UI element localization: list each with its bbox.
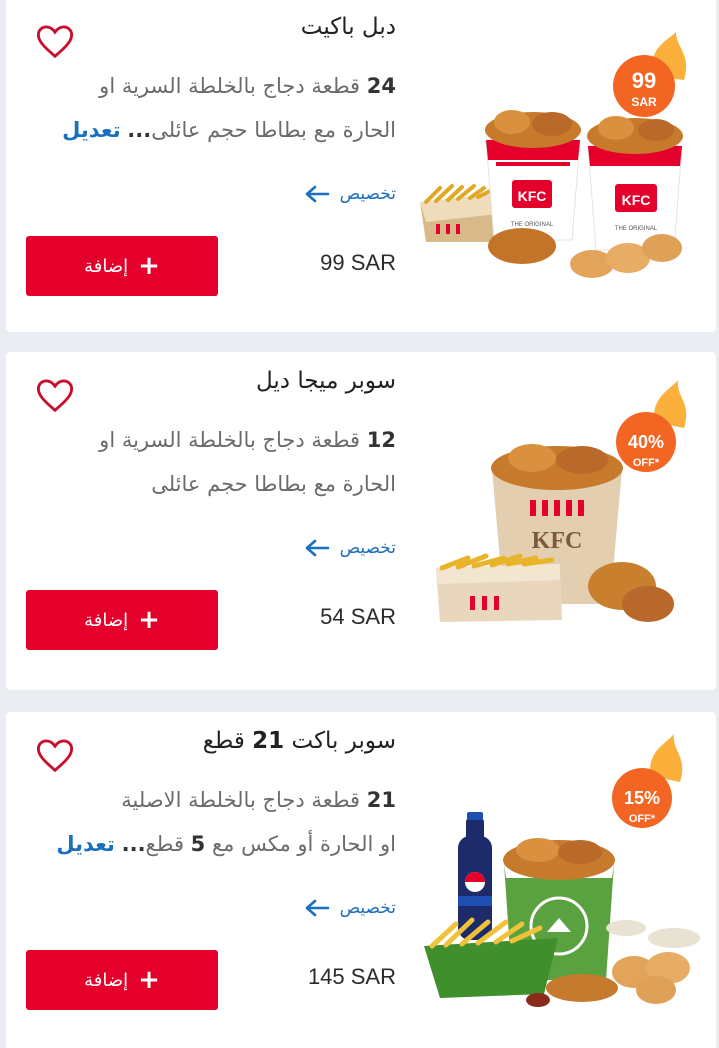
chicken-strips-image <box>546 974 618 1002</box>
product-description: 24 قطعة دجاج بالخلطة السرية او الحارة مع… <box>62 74 396 142</box>
customize-link[interactable]: تخصيص <box>304 898 396 918</box>
arrow-left-icon <box>305 899 329 917</box>
product-card[interactable]: سوبر باكت 21 قطع 21 قطعة دجاج بالخلطة ال… <box>6 712 716 1048</box>
fries-box-image <box>436 553 562 622</box>
customize-link[interactable]: تخصيص <box>304 538 396 558</box>
chicken-piece-image <box>488 228 556 264</box>
coleslaw-image <box>606 920 646 936</box>
svg-text:SAR: SAR <box>631 95 657 109</box>
product-image[interactable]: KFC 40% OFF* <box>412 372 708 662</box>
add-to-cart-button[interactable]: + إضافة <box>26 950 218 1010</box>
product-description: 21 قطعة دجاج بالخلطة الاصلية او الحارة أ… <box>56 788 396 856</box>
discount-badge: 15% OFF* <box>612 734 683 828</box>
coleslaw-image <box>648 928 700 948</box>
product-card[interactable]: سوبر ميجا ديل 12 قطعة دجاج بالخلطة السري… <box>6 352 716 690</box>
chicken-bucket-image: KFC THE ORIGINAL <box>485 110 581 241</box>
svg-text:KFC: KFC <box>518 188 547 204</box>
product-price: 145 SAR <box>307 964 396 989</box>
chicken-bucket-image: KFC THE ORIGINAL <box>587 116 683 251</box>
edit-link[interactable]: تعديل <box>62 118 121 142</box>
heart-outline-icon[interactable] <box>36 378 74 414</box>
heart-outline-icon[interactable] <box>36 24 74 60</box>
svg-text:OFF*: OFF* <box>633 457 660 469</box>
product-price: 54 SAR <box>320 604 396 629</box>
plus-icon: + <box>138 965 160 995</box>
customize-link[interactable]: تخصيص <box>304 184 396 204</box>
sauce-cup-image <box>526 993 550 1007</box>
svg-text:99: 99 <box>632 68 656 93</box>
product-title: سوبر ميجا ديل <box>255 368 396 394</box>
edit-link[interactable]: تعديل <box>56 832 115 856</box>
price-badge: 99 SAR <box>613 32 687 117</box>
svg-text:KFC: KFC <box>532 528 583 554</box>
svg-text:KFC: KFC <box>622 192 651 208</box>
fries-box-image <box>420 184 498 242</box>
svg-text:40%: 40% <box>628 432 664 452</box>
plus-icon: + <box>138 605 160 635</box>
bun-image <box>642 234 682 262</box>
add-to-cart-button[interactable]: + إضافة <box>26 236 218 296</box>
svg-text:15%: 15% <box>624 788 660 808</box>
fries-tray-image <box>424 917 558 998</box>
product-title: دبل باكيت <box>300 14 396 40</box>
plus-icon: + <box>138 251 160 281</box>
heart-outline-icon[interactable] <box>36 738 74 774</box>
product-image[interactable]: 15% OFF* <box>412 732 708 1022</box>
product-price: 99 SAR <box>320 250 396 275</box>
chicken-piece-image <box>622 586 674 622</box>
product-card[interactable]: دبل باكيت 24 قطعة دجاج بالخلطة السرية او… <box>6 0 716 332</box>
bun-image <box>636 976 676 1004</box>
svg-text:OFF*: OFF* <box>629 813 656 825</box>
svg-text:THE ORIGINAL: THE ORIGINAL <box>615 226 658 232</box>
arrow-left-icon <box>305 185 329 203</box>
discount-badge: 40% OFF* <box>616 380 687 472</box>
product-title: سوبر باكت 21 قطع <box>202 728 396 754</box>
product-description: 12 قطعة دجاج بالخلطة السرية او الحارة مع… <box>99 428 396 496</box>
svg-text:THE ORIGINAL: THE ORIGINAL <box>511 222 554 228</box>
arrow-left-icon <box>305 539 329 557</box>
product-image[interactable]: KFC THE ORIGINAL KFC THE ORIGINAL 99 SAR <box>412 18 708 308</box>
add-to-cart-button[interactable]: + إضافة <box>26 590 218 650</box>
